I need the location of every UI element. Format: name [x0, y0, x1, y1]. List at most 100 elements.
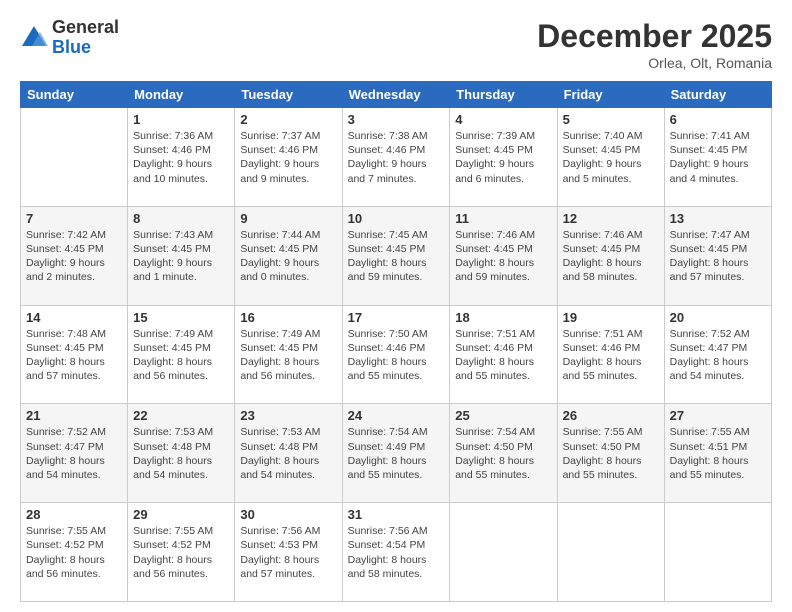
- calendar-cell: 25 Sunrise: 7:54 AMSunset: 4:50 PMDayligh…: [450, 404, 557, 503]
- day-info: Sunrise: 7:44 AMSunset: 4:45 PMDaylight:…: [240, 228, 336, 285]
- day-info: Sunrise: 7:51 AMSunset: 4:46 PMDaylight:…: [455, 327, 551, 384]
- day-number: 25: [455, 408, 551, 423]
- day-info: Sunrise: 7:55 AMSunset: 4:52 PMDaylight:…: [26, 524, 122, 581]
- calendar-cell: 9 Sunrise: 7:44 AMSunset: 4:45 PMDaylight…: [235, 206, 342, 305]
- calendar-cell: 11 Sunrise: 7:46 AMSunset: 4:45 PMDayligh…: [450, 206, 557, 305]
- day-number: 20: [670, 310, 766, 325]
- day-info: Sunrise: 7:46 AMSunset: 4:45 PMDaylight:…: [455, 228, 551, 285]
- calendar-cell: 26Sunrise: 7:55 AMSunset: 4:50 PMDayligh…: [557, 404, 664, 503]
- day-info: Sunrise: 7:39 AMSunset: 4:45 PMDaylight:…: [455, 129, 551, 186]
- calendar-week-row: 21 Sunrise: 7:52 AMSunset: 4:47 PMDayligh…: [21, 404, 772, 503]
- day-number: 23: [240, 408, 336, 423]
- calendar-cell: 16 Sunrise: 7:49 AMSunset: 4:45 PMDayligh…: [235, 305, 342, 404]
- calendar-day-header: Monday: [128, 82, 235, 108]
- day-info: Sunrise: 7:54 AMSunset: 4:50 PMDaylight:…: [455, 425, 551, 482]
- calendar-cell: 4 Sunrise: 7:39 AMSunset: 4:45 PMDaylight…: [450, 108, 557, 207]
- day-number: 15: [133, 310, 229, 325]
- day-number: 10: [348, 211, 445, 226]
- logo: General Blue: [20, 18, 119, 58]
- day-info: Sunrise: 7:46 AMSunset: 4:45 PMDaylight:…: [563, 228, 659, 285]
- page: General Blue December 2025 Orlea, Olt, R…: [0, 0, 792, 612]
- day-info: Sunrise: 7:55 AMSunset: 4:52 PMDaylight:…: [133, 524, 229, 581]
- day-number: 22: [133, 408, 229, 423]
- calendar-cell: 20 Sunrise: 7:52 AMSunset: 4:47 PMDayligh…: [664, 305, 771, 404]
- calendar-cell: 19Sunrise: 7:51 AMSunset: 4:46 PMDayligh…: [557, 305, 664, 404]
- logo-general: General: [52, 18, 119, 38]
- day-number: 4: [455, 112, 551, 127]
- calendar-cell: 6Sunrise: 7:41 AMSunset: 4:45 PMDaylight…: [664, 108, 771, 207]
- day-number: 18: [455, 310, 551, 325]
- day-info: Sunrise: 7:49 AMSunset: 4:45 PMDaylight:…: [133, 327, 229, 384]
- calendar-day-header: Saturday: [664, 82, 771, 108]
- calendar-cell: 24 Sunrise: 7:54 AMSunset: 4:49 PMDayligh…: [342, 404, 450, 503]
- day-info: Sunrise: 7:52 AMSunset: 4:47 PMDaylight:…: [670, 327, 766, 384]
- calendar-header-row: SundayMondayTuesdayWednesdayThursdayFrid…: [21, 82, 772, 108]
- calendar-cell: 12 Sunrise: 7:46 AMSunset: 4:45 PMDayligh…: [557, 206, 664, 305]
- calendar-day-header: Friday: [557, 82, 664, 108]
- calendar-cell: 2 Sunrise: 7:37 AMSunset: 4:46 PMDaylight…: [235, 108, 342, 207]
- day-number: 21: [26, 408, 122, 423]
- month-title: December 2025: [537, 18, 772, 55]
- day-number: 6: [670, 112, 766, 127]
- calendar-day-header: Tuesday: [235, 82, 342, 108]
- calendar-cell: 27Sunrise: 7:55 AMSunset: 4:51 PMDayligh…: [664, 404, 771, 503]
- calendar-cell: 23 Sunrise: 7:53 AMSunset: 4:48 PMDayligh…: [235, 404, 342, 503]
- day-number: 17: [348, 310, 445, 325]
- calendar-table: SundayMondayTuesdayWednesdayThursdayFrid…: [20, 81, 772, 602]
- day-info: Sunrise: 7:37 AMSunset: 4:46 PMDaylight:…: [240, 129, 336, 186]
- calendar-week-row: 14Sunrise: 7:48 AMSunset: 4:45 PMDayligh…: [21, 305, 772, 404]
- day-number: 8: [133, 211, 229, 226]
- day-info: Sunrise: 7:50 AMSunset: 4:46 PMDaylight:…: [348, 327, 445, 384]
- day-number: 16: [240, 310, 336, 325]
- calendar-cell: [557, 503, 664, 602]
- day-info: Sunrise: 7:38 AMSunset: 4:46 PMDaylight:…: [348, 129, 445, 186]
- day-number: 9: [240, 211, 336, 226]
- day-number: 27: [670, 408, 766, 423]
- day-info: Sunrise: 7:54 AMSunset: 4:49 PMDaylight:…: [348, 425, 445, 482]
- day-info: Sunrise: 7:42 AMSunset: 4:45 PMDaylight:…: [26, 228, 122, 285]
- day-info: Sunrise: 7:53 AMSunset: 4:48 PMDaylight:…: [133, 425, 229, 482]
- day-number: 7: [26, 211, 122, 226]
- calendar-cell: 18 Sunrise: 7:51 AMSunset: 4:46 PMDayligh…: [450, 305, 557, 404]
- day-info: Sunrise: 7:40 AMSunset: 4:45 PMDaylight:…: [563, 129, 659, 186]
- calendar-day-header: Wednesday: [342, 82, 450, 108]
- calendar-cell: [21, 108, 128, 207]
- calendar-cell: [450, 503, 557, 602]
- calendar-cell: 22 Sunrise: 7:53 AMSunset: 4:48 PMDayligh…: [128, 404, 235, 503]
- calendar-cell: 21 Sunrise: 7:52 AMSunset: 4:47 PMDayligh…: [21, 404, 128, 503]
- calendar-cell: 5 Sunrise: 7:40 AMSunset: 4:45 PMDaylight…: [557, 108, 664, 207]
- day-info: Sunrise: 7:43 AMSunset: 4:45 PMDaylight:…: [133, 228, 229, 285]
- calendar-cell: 13Sunrise: 7:47 AMSunset: 4:45 PMDayligh…: [664, 206, 771, 305]
- day-number: 24: [348, 408, 445, 423]
- calendar-cell: 8 Sunrise: 7:43 AMSunset: 4:45 PMDaylight…: [128, 206, 235, 305]
- calendar-cell: 30 Sunrise: 7:56 AMSunset: 4:53 PMDayligh…: [235, 503, 342, 602]
- day-info: Sunrise: 7:52 AMSunset: 4:47 PMDaylight:…: [26, 425, 122, 482]
- calendar-cell: 7 Sunrise: 7:42 AMSunset: 4:45 PMDaylight…: [21, 206, 128, 305]
- calendar-day-header: Sunday: [21, 82, 128, 108]
- day-info: Sunrise: 7:36 AMSunset: 4:46 PMDaylight:…: [133, 129, 229, 186]
- day-number: 12: [563, 211, 659, 226]
- day-info: Sunrise: 7:53 AMSunset: 4:48 PMDaylight:…: [240, 425, 336, 482]
- calendar-cell: 14Sunrise: 7:48 AMSunset: 4:45 PMDayligh…: [21, 305, 128, 404]
- day-info: Sunrise: 7:47 AMSunset: 4:45 PMDaylight:…: [670, 228, 766, 285]
- calendar-cell: 31Sunrise: 7:56 AMSunset: 4:54 PMDayligh…: [342, 503, 450, 602]
- calendar-week-row: 28 Sunrise: 7:55 AMSunset: 4:52 PMDayligh…: [21, 503, 772, 602]
- calendar-week-row: 1 Sunrise: 7:36 AMSunset: 4:46 PMDaylight…: [21, 108, 772, 207]
- calendar-cell: 3 Sunrise: 7:38 AMSunset: 4:46 PMDaylight…: [342, 108, 450, 207]
- day-number: 3: [348, 112, 445, 127]
- day-info: Sunrise: 7:55 AMSunset: 4:50 PMDaylight:…: [563, 425, 659, 482]
- calendar-cell: 15 Sunrise: 7:49 AMSunset: 4:45 PMDayligh…: [128, 305, 235, 404]
- logo-blue: Blue: [52, 38, 119, 58]
- title-section: December 2025 Orlea, Olt, Romania: [537, 18, 772, 71]
- logo-text: General Blue: [52, 18, 119, 58]
- day-info: Sunrise: 7:56 AMSunset: 4:53 PMDaylight:…: [240, 524, 336, 581]
- day-number: 11: [455, 211, 551, 226]
- day-number: 1: [133, 112, 229, 127]
- day-number: 5: [563, 112, 659, 127]
- day-number: 30: [240, 507, 336, 522]
- day-info: Sunrise: 7:49 AMSunset: 4:45 PMDaylight:…: [240, 327, 336, 384]
- day-info: Sunrise: 7:51 AMSunset: 4:46 PMDaylight:…: [563, 327, 659, 384]
- day-number: 2: [240, 112, 336, 127]
- day-number: 28: [26, 507, 122, 522]
- calendar-cell: 29Sunrise: 7:55 AMSunset: 4:52 PMDayligh…: [128, 503, 235, 602]
